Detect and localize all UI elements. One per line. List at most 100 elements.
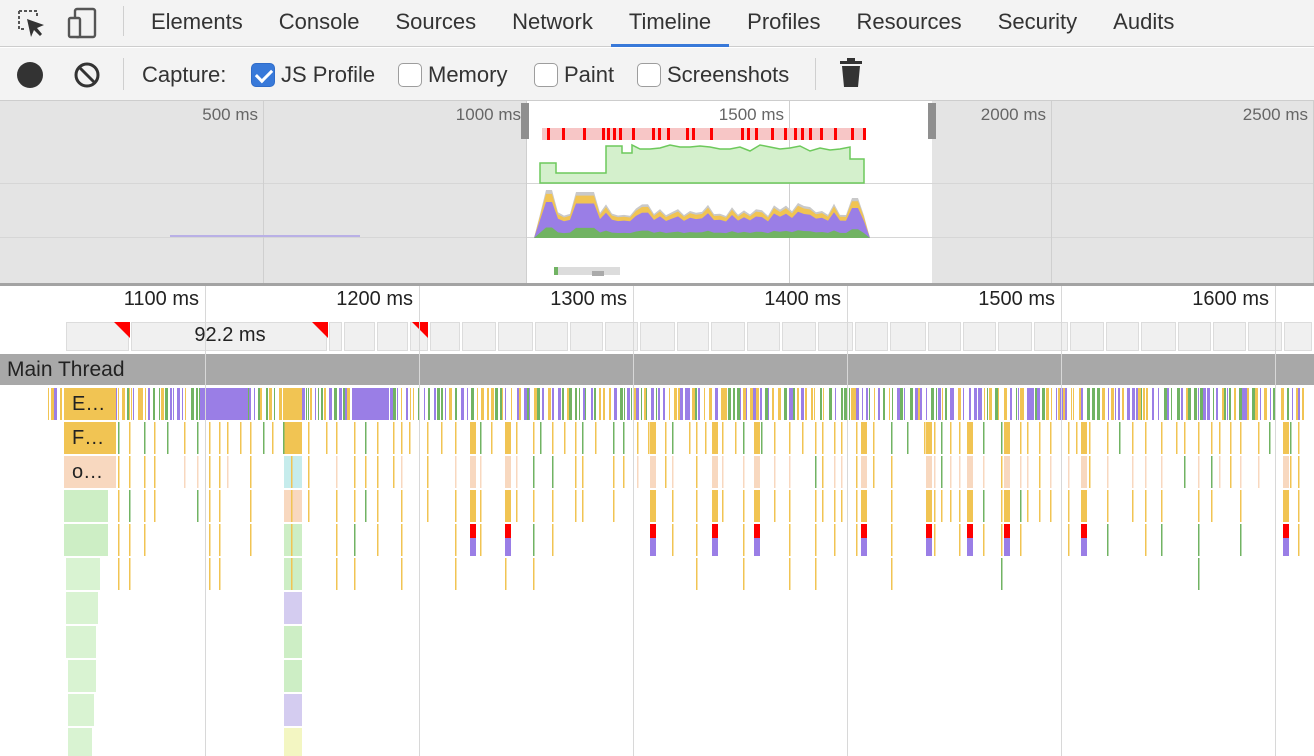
frames-track[interactable]: 92.2 ms: [0, 320, 1314, 354]
flame-chart[interactable]: E… F… o…: [0, 385, 1314, 756]
flame-event: [397, 388, 398, 420]
tab-console[interactable]: Console: [261, 0, 378, 47]
flame-event: [1035, 388, 1037, 420]
flame-event: [665, 422, 667, 454]
flame-event: [728, 388, 731, 420]
capture-option-memory[interactable]: Memory: [398, 62, 507, 88]
frame-block[interactable]: [535, 322, 568, 351]
clear-icon[interactable]: [72, 60, 102, 90]
frame-block[interactable]: [430, 322, 460, 351]
frame-block[interactable]: [329, 322, 342, 351]
frame-block[interactable]: [1070, 322, 1104, 351]
frame-block[interactable]: [998, 322, 1032, 351]
capture-checkbox[interactable]: [534, 63, 558, 87]
tab-resources[interactable]: Resources: [839, 0, 980, 47]
timeline-overview[interactable]: 500 ms 1000 ms 1500 ms 2000 ms 2500 ms: [0, 101, 1314, 283]
overview-right-handle[interactable]: [928, 103, 936, 139]
frame-block[interactable]: [963, 322, 996, 351]
flame-event: [1037, 388, 1040, 420]
device-mode-icon[interactable]: [66, 6, 100, 40]
frame-block[interactable]: [890, 322, 926, 351]
flame-event: [805, 388, 807, 420]
overview-left-handle[interactable]: [521, 103, 529, 139]
frame-block[interactable]: [747, 322, 780, 351]
frame-block[interactable]: [498, 322, 533, 351]
tab-audits[interactable]: Audits: [1095, 0, 1192, 47]
flame-event: [413, 388, 414, 420]
flame-event: [737, 388, 740, 420]
flame-event: [365, 456, 367, 488]
frame-block[interactable]: [782, 322, 816, 351]
tab-sources[interactable]: Sources: [377, 0, 494, 47]
flame-event: [284, 558, 302, 590]
tab-timeline[interactable]: Timeline: [610, 0, 730, 47]
flame-event: [1240, 490, 1242, 522]
flame-event: [470, 490, 476, 522]
main-thread-header[interactable]: Main Thread: [0, 354, 1314, 385]
flame-event: [789, 524, 791, 556]
flame-event: [743, 456, 745, 488]
frame-block[interactable]: [1141, 322, 1176, 351]
frame-block[interactable]: [570, 322, 603, 351]
flame-event: [365, 422, 367, 454]
flame-event: [455, 422, 457, 454]
frame-block[interactable]: [377, 322, 408, 351]
network-bar: [554, 267, 620, 275]
capture-checkbox[interactable]: [637, 63, 661, 87]
flame-event: [354, 422, 356, 454]
trash-icon[interactable]: [838, 57, 864, 89]
capture-option-js-profile[interactable]: JS Profile: [251, 62, 375, 88]
flame-event: [1211, 456, 1213, 488]
flame-event: [1132, 388, 1135, 420]
flame-event: [1258, 456, 1260, 488]
flame-event: [1161, 490, 1163, 522]
flame-event: [722, 422, 724, 454]
flame-event: [620, 388, 623, 420]
flame-event: [227, 456, 229, 488]
flame-event: [665, 456, 667, 488]
frame-block[interactable]: [462, 322, 496, 351]
flame-event: [1027, 422, 1029, 454]
frame-block[interactable]: [1213, 322, 1246, 351]
frame-block[interactable]: [1178, 322, 1211, 351]
flame-event: [984, 388, 985, 420]
tab-security[interactable]: Security: [980, 0, 1095, 47]
ruler-tick-label: 1100 ms: [123, 288, 199, 310]
flame-event: [449, 388, 452, 420]
flame-event: [60, 388, 62, 420]
flame-event: [558, 388, 561, 420]
tab-profiles[interactable]: Profiles: [729, 0, 838, 47]
flame-event: [802, 422, 804, 454]
toolbar-divider: [123, 6, 124, 36]
flame-event: [54, 388, 57, 420]
capture-checkbox[interactable]: [398, 63, 422, 87]
capture-label: Capture:: [142, 62, 227, 87]
frame-block[interactable]: [677, 322, 709, 351]
tab-elements[interactable]: Elements: [133, 0, 261, 47]
frame-block[interactable]: [1106, 322, 1139, 351]
flame-event: [658, 388, 660, 420]
frame-block[interactable]: [711, 322, 745, 351]
frame-block[interactable]: [640, 322, 675, 351]
frame-block[interactable]: [1248, 322, 1282, 351]
flame-event: [552, 490, 554, 522]
frame-block[interactable]: [344, 322, 375, 351]
fps-drop-mark: [619, 128, 622, 140]
tab-network[interactable]: Network: [494, 0, 611, 47]
frame-block[interactable]: [855, 322, 888, 351]
flame-event: [746, 388, 747, 420]
flame-event: [511, 388, 512, 420]
capture-option-paint[interactable]: Paint: [534, 62, 614, 88]
flame-event: [698, 388, 700, 420]
flame-event: [834, 490, 836, 522]
flame-event: [564, 422, 566, 454]
frame-block[interactable]: [1034, 322, 1068, 351]
inspect-element-icon[interactable]: [14, 6, 48, 40]
capture-checkbox[interactable]: [251, 63, 275, 87]
record-icon[interactable]: [17, 62, 43, 88]
frame-block[interactable]: [1284, 322, 1312, 351]
flame-event: [1039, 456, 1041, 488]
frame-block[interactable]: [928, 322, 961, 351]
flame-event: [774, 490, 776, 522]
capture-option-screenshots[interactable]: Screenshots: [637, 62, 789, 88]
